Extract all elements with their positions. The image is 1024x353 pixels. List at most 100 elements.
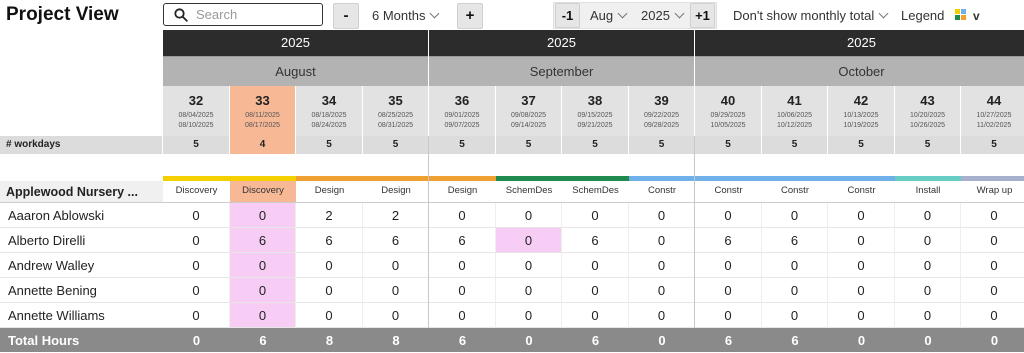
hours-cell[interactable]: 0	[828, 278, 895, 303]
hours-cell[interactable]: 0	[230, 203, 296, 228]
hours-cell[interactable]: 6	[562, 228, 629, 253]
hours-cell[interactable]: 0	[562, 278, 629, 303]
hours-cell[interactable]: 6	[762, 228, 828, 253]
hours-cell[interactable]: 0	[961, 278, 1024, 303]
next-month-button[interactable]: +1	[690, 3, 715, 28]
hours-cell[interactable]: 0	[429, 253, 496, 278]
hours-cell[interactable]: 0	[828, 228, 895, 253]
hours-cell[interactable]: 0	[629, 278, 695, 303]
hours-cell[interactable]: 0	[695, 303, 762, 328]
hours-cell[interactable]: 0	[762, 278, 828, 303]
week-header[interactable]: 33 08/11/2025 08/17/2025	[230, 86, 296, 136]
person-name[interactable]: Aaaron Ablowski	[0, 203, 163, 228]
year-select[interactable]: 2025	[641, 8, 685, 23]
hours-cell[interactable]: 0	[496, 203, 562, 228]
hours-cell[interactable]: 0	[828, 253, 895, 278]
hours-cell[interactable]: 0	[230, 253, 296, 278]
hours-cell[interactable]: 2	[296, 203, 363, 228]
hours-cell[interactable]: 0	[961, 228, 1024, 253]
hours-cell[interactable]: 0	[961, 253, 1024, 278]
week-end-date: 09/14/2025	[510, 122, 547, 129]
hours-cell[interactable]: 0	[762, 203, 828, 228]
hours-cell[interactable]: 0	[163, 303, 230, 328]
hours-cell[interactable]: 0	[363, 303, 429, 328]
hours-cell[interactable]: 0	[496, 253, 562, 278]
hours-cell[interactable]: 0	[762, 303, 828, 328]
legend-icon[interactable]	[955, 9, 968, 22]
hours-cell[interactable]: 0	[961, 303, 1024, 328]
week-end-date: 09/28/2025	[643, 122, 680, 129]
hours-cell[interactable]: 0	[363, 278, 429, 303]
legend-toggle[interactable]: Legend	[901, 8, 944, 23]
hours-cell[interactable]: 0	[429, 278, 496, 303]
hours-cell[interactable]: 0	[163, 203, 230, 228]
hours-cell[interactable]: 6	[230, 228, 296, 253]
person-name[interactable]: Alberto Direlli	[0, 228, 163, 253]
hours-cell[interactable]: 0	[163, 228, 230, 253]
week-header[interactable]: 37 09/08/2025 09/14/2025	[496, 86, 562, 136]
hours-cell[interactable]: 0	[762, 253, 828, 278]
week-header[interactable]: 40 09/29/2025 10/05/2025	[695, 86, 762, 136]
week-header[interactable]: 35 08/25/2025 08/31/2025	[363, 86, 429, 136]
hours-cell[interactable]: 6	[296, 228, 363, 253]
person-name[interactable]: Andrew Walley	[0, 253, 163, 278]
week-start-date: 08/04/2025	[178, 112, 214, 119]
week-header[interactable]: 41 10/06/2025 10/12/2025	[762, 86, 828, 136]
hours-cell[interactable]: 6	[429, 228, 496, 253]
hours-cell[interactable]: 0	[562, 253, 629, 278]
week-header[interactable]: 39 09/22/2025 09/28/2025	[629, 86, 695, 136]
week-header[interactable]: 43 10/20/2025 10/26/2025	[895, 86, 961, 136]
hours-cell[interactable]: 0	[296, 278, 363, 303]
hours-cell[interactable]: 0	[562, 203, 629, 228]
hours-cell[interactable]: 0	[296, 303, 363, 328]
range-decrease-button[interactable]: -	[333, 3, 359, 29]
hours-cell[interactable]: 0	[562, 303, 629, 328]
week-header[interactable]: 38 09/15/2025 09/21/2025	[562, 86, 629, 136]
project-name[interactable]: Applewood Nursery ...	[0, 181, 163, 203]
hours-cell[interactable]: 0	[895, 303, 961, 328]
week-header[interactable]: 42 10/13/2025 10/19/2025	[828, 86, 895, 136]
hours-cell[interactable]: 6	[363, 228, 429, 253]
monthly-total-select[interactable]: Don't show monthly total	[733, 8, 889, 23]
person-name[interactable]: Annette Bening	[0, 278, 163, 303]
hours-cell[interactable]: 0	[629, 303, 695, 328]
hours-cell[interactable]: 0	[496, 228, 562, 253]
hours-cell[interactable]: 0	[961, 203, 1024, 228]
hours-cell[interactable]: 0	[163, 278, 230, 303]
hours-cell[interactable]: 0	[895, 228, 961, 253]
hours-cell[interactable]: 0	[895, 278, 961, 303]
prev-month-button[interactable]: -1	[555, 3, 580, 28]
hours-cell[interactable]: 0	[629, 253, 695, 278]
range-increase-button[interactable]: +	[457, 3, 483, 29]
hours-cell[interactable]: 0	[363, 253, 429, 278]
hours-cell[interactable]: 0	[230, 278, 296, 303]
week-header[interactable]: 32 08/04/2025 08/10/2025	[163, 86, 230, 136]
hours-cell[interactable]: 0	[695, 253, 762, 278]
hours-cell[interactable]: 0	[828, 303, 895, 328]
hours-cell[interactable]: 0	[429, 303, 496, 328]
phase-label: Constr	[695, 181, 762, 203]
hours-cell[interactable]: 0	[230, 303, 296, 328]
hours-cell[interactable]: 0	[695, 203, 762, 228]
hours-cell[interactable]: 0	[296, 253, 363, 278]
week-header[interactable]: 36 09/01/2025 09/07/2025	[429, 86, 496, 136]
week-header[interactable]: 34 08/18/2025 08/24/2025	[296, 86, 363, 136]
hours-cell[interactable]: 0	[496, 278, 562, 303]
hours-cell[interactable]: 0	[496, 303, 562, 328]
hours-cell[interactable]: 0	[629, 228, 695, 253]
hours-cell[interactable]: 0	[163, 253, 230, 278]
hours-cell[interactable]: 2	[363, 203, 429, 228]
hours-cell[interactable]: 0	[895, 253, 961, 278]
week-header[interactable]: 44 10/27/2025 11/02/2025	[961, 86, 1024, 136]
range-select[interactable]: 6 Months	[372, 8, 440, 23]
month-select[interactable]: Aug	[590, 8, 628, 23]
person-name[interactable]: Annette Williams	[0, 303, 163, 328]
hours-cell[interactable]: 0	[629, 203, 695, 228]
hours-cell[interactable]: 0	[695, 278, 762, 303]
legend-chevron-icon[interactable]: v	[973, 9, 980, 23]
hours-cell[interactable]: 0	[828, 203, 895, 228]
hours-cell[interactable]: 0	[895, 203, 961, 228]
search-input[interactable]: Search	[163, 3, 323, 26]
hours-cell[interactable]: 6	[695, 228, 762, 253]
hours-cell[interactable]: 0	[429, 203, 496, 228]
